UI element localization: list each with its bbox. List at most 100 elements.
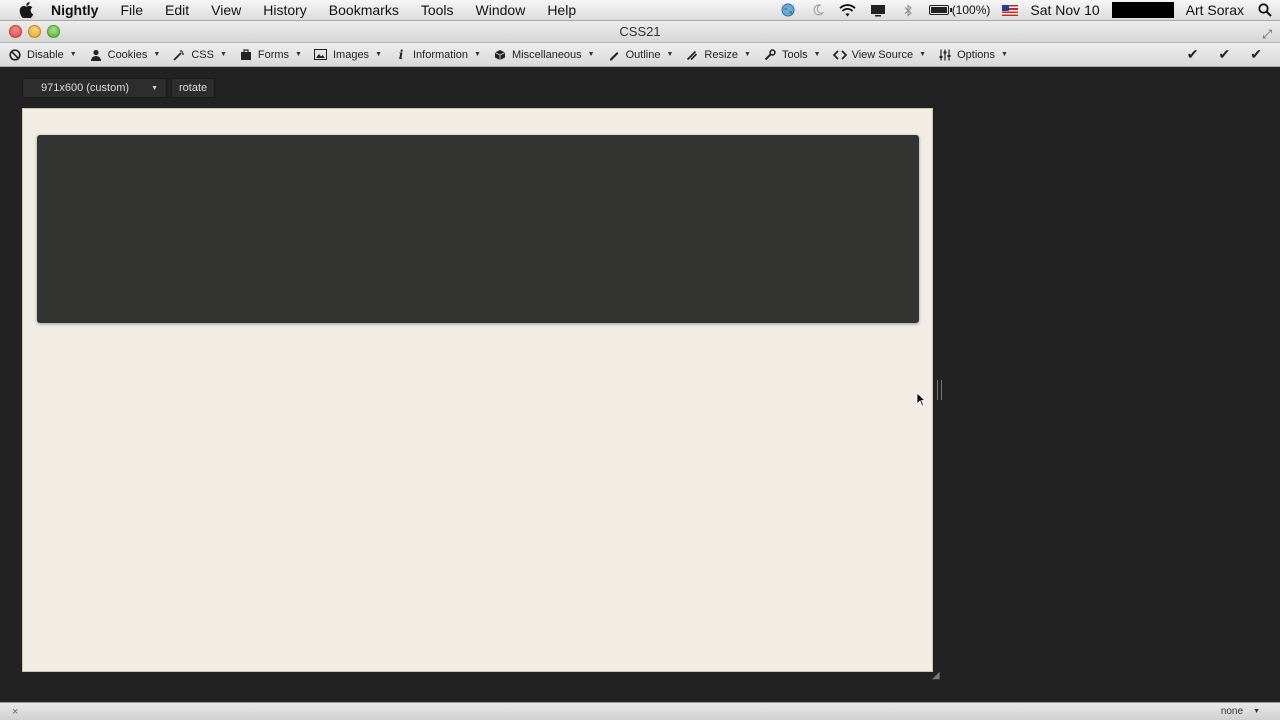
devbar-disable[interactable]: Disable ▼ <box>8 44 81 66</box>
devbar-tools-label: Tools <box>781 48 808 61</box>
devbar-outline[interactable]: Outline ▼ <box>607 44 678 66</box>
moon-icon[interactable] <box>809 1 827 19</box>
devbar-css-label: CSS <box>191 48 214 61</box>
resize-icon <box>685 48 699 62</box>
menu-tools[interactable]: Tools <box>410 0 465 21</box>
chevron-down-icon: ▼ <box>69 51 77 58</box>
devbar-images[interactable]: Images ▼ <box>314 44 386 66</box>
display-icon[interactable] <box>869 1 887 19</box>
viewport-width-resize-handle[interactable] <box>937 380 942 400</box>
rotate-button[interactable]: rotate <box>171 78 216 98</box>
status-bar: × none ▼ <box>0 702 1280 720</box>
devbar-forms[interactable]: Forms ▼ <box>239 44 306 66</box>
devbar-miscellaneous[interactable]: Miscellaneous ▼ <box>493 44 599 66</box>
html-valid-check-icon[interactable]: ✔ <box>1219 46 1231 63</box>
chevron-down-icon: ▼ <box>1001 51 1008 58</box>
menu-edit[interactable]: Edit <box>154 0 200 21</box>
menu-help[interactable]: Help <box>536 0 587 21</box>
menu-file[interactable]: File <box>109 0 154 21</box>
menu-bookmarks[interactable]: Bookmarks <box>318 0 410 21</box>
devbar-resize[interactable]: Resize ▼ <box>685 44 755 66</box>
devbar-information-label: Information <box>413 48 469 61</box>
images-icon <box>314 48 328 62</box>
minimize-window-button[interactable] <box>28 25 41 38</box>
status-select[interactable]: none ▼ <box>1221 706 1260 717</box>
close-window-button[interactable] <box>9 25 22 38</box>
css-icon <box>172 48 186 62</box>
devbar-options-label: Options <box>957 48 996 61</box>
validation-status: ✔ ✔ ✔ <box>1187 46 1262 63</box>
chevron-down-icon: ▼ <box>919 51 927 58</box>
chevron-down-icon: ▼ <box>474 51 481 58</box>
devbar-view-source[interactable]: View Source ▼ <box>832 44 931 66</box>
chevron-down-icon: ▼ <box>295 51 302 58</box>
devbar-cookies[interactable]: Cookies ▼ <box>89 44 165 66</box>
view-source-icon <box>832 48 847 62</box>
chevron-down-icon: ▼ <box>151 84 158 92</box>
browser-content-area: 971x600 (custom) ▼ rotate ◢ <box>0 67 1280 702</box>
devbar-images-label: Images <box>332 48 370 61</box>
redacted-block <box>1111 2 1174 18</box>
globe-icon[interactable] <box>779 1 797 19</box>
devbar-tools[interactable]: Tools ▼ <box>763 44 825 66</box>
chevron-down-icon: ▼ <box>744 51 751 58</box>
devbar-information[interactable]: i Information ▼ <box>394 44 485 66</box>
chevron-down-icon: ▼ <box>1253 708 1260 715</box>
menu-bar: Nightly File Edit View History Bookmarks… <box>0 0 1280 21</box>
bluetooth-icon[interactable] <box>899 1 917 19</box>
devbar-view-source-label: View Source <box>851 48 914 61</box>
menu-view[interactable]: View <box>200 0 252 21</box>
chevron-down-icon: ▼ <box>375 51 382 58</box>
tools-icon <box>763 48 777 62</box>
devbar-miscellaneous-label: Miscellaneous <box>511 48 582 61</box>
chevron-down-icon: ▼ <box>219 51 227 58</box>
user-name[interactable]: Art Sorax <box>1186 2 1244 18</box>
wifi-icon[interactable] <box>839 1 857 19</box>
close-bar-icon[interactable]: × <box>12 706 18 718</box>
menu-history[interactable]: History <box>252 0 318 21</box>
miscellaneous-icon <box>493 48 507 62</box>
viewport-size-select[interactable]: 971x600 (custom) ▼ <box>22 78 167 98</box>
window-titlebar: CSS21 ⤢ <box>0 21 1280 43</box>
menu-window[interactable]: Window <box>465 0 537 21</box>
devbar-cookies-label: Cookies <box>107 48 148 61</box>
outline-icon <box>607 48 621 62</box>
devbar-resize-label: Resize <box>704 48 739 61</box>
status-select-value: none <box>1220 706 1244 717</box>
battery-percent: (100%) <box>951 3 991 17</box>
devbar-forms-label: Forms <box>257 48 290 61</box>
options-icon <box>938 48 952 62</box>
mouse-cursor-icon <box>916 392 927 412</box>
window-title: CSS21 <box>619 24 661 39</box>
viewport-size-value: 971x600 (custom) <box>41 82 130 94</box>
apple-icon[interactable] <box>15 1 37 19</box>
menu-app-name[interactable]: Nightly <box>49 0 109 21</box>
chevron-down-icon: ▼ <box>666 51 674 58</box>
chevron-down-icon: ▼ <box>153 51 161 58</box>
devbar-css[interactable]: CSS ▼ <box>172 44 231 66</box>
fullscreen-icon[interactable]: ⤢ <box>1262 24 1272 45</box>
devbar-options[interactable]: Options ▼ <box>938 44 1012 66</box>
web-developer-toolbar: Disable ▼ Cookies ▼ CSS ▼ Forms ▼ Images… <box>0 43 1280 67</box>
devbar-disable-label: Disable <box>27 48 64 61</box>
page-viewport <box>22 108 933 672</box>
spotlight-search-icon[interactable] <box>1256 1 1274 19</box>
status-menu-area: (100%) Sat Nov 10 Art Sorax <box>773 0 1280 21</box>
js-valid-check-icon[interactable]: ✔ <box>1250 46 1262 63</box>
zoom-window-button[interactable] <box>47 25 60 38</box>
battery-icon <box>928 5 952 15</box>
chevron-down-icon: ▼ <box>587 51 595 58</box>
forms-icon <box>239 48 253 62</box>
responsive-resize-bar: 971x600 (custom) ▼ rotate <box>22 78 216 98</box>
header-panel <box>37 135 919 323</box>
battery-indicator[interactable]: (100%) <box>928 3 991 17</box>
css-valid-check-icon[interactable]: ✔ <box>1187 46 1199 63</box>
resize-grip-icon[interactable]: ◢ <box>932 670 940 681</box>
cookies-icon <box>89 48 103 62</box>
chevron-down-icon: ▼ <box>813 51 821 58</box>
devbar-outline-label: Outline <box>625 48 661 61</box>
clock[interactable]: Sat Nov 10 <box>1030 2 1099 18</box>
information-icon: i <box>398 47 404 62</box>
disable-icon <box>8 48 22 62</box>
us-flag-icon[interactable] <box>1002 4 1019 16</box>
